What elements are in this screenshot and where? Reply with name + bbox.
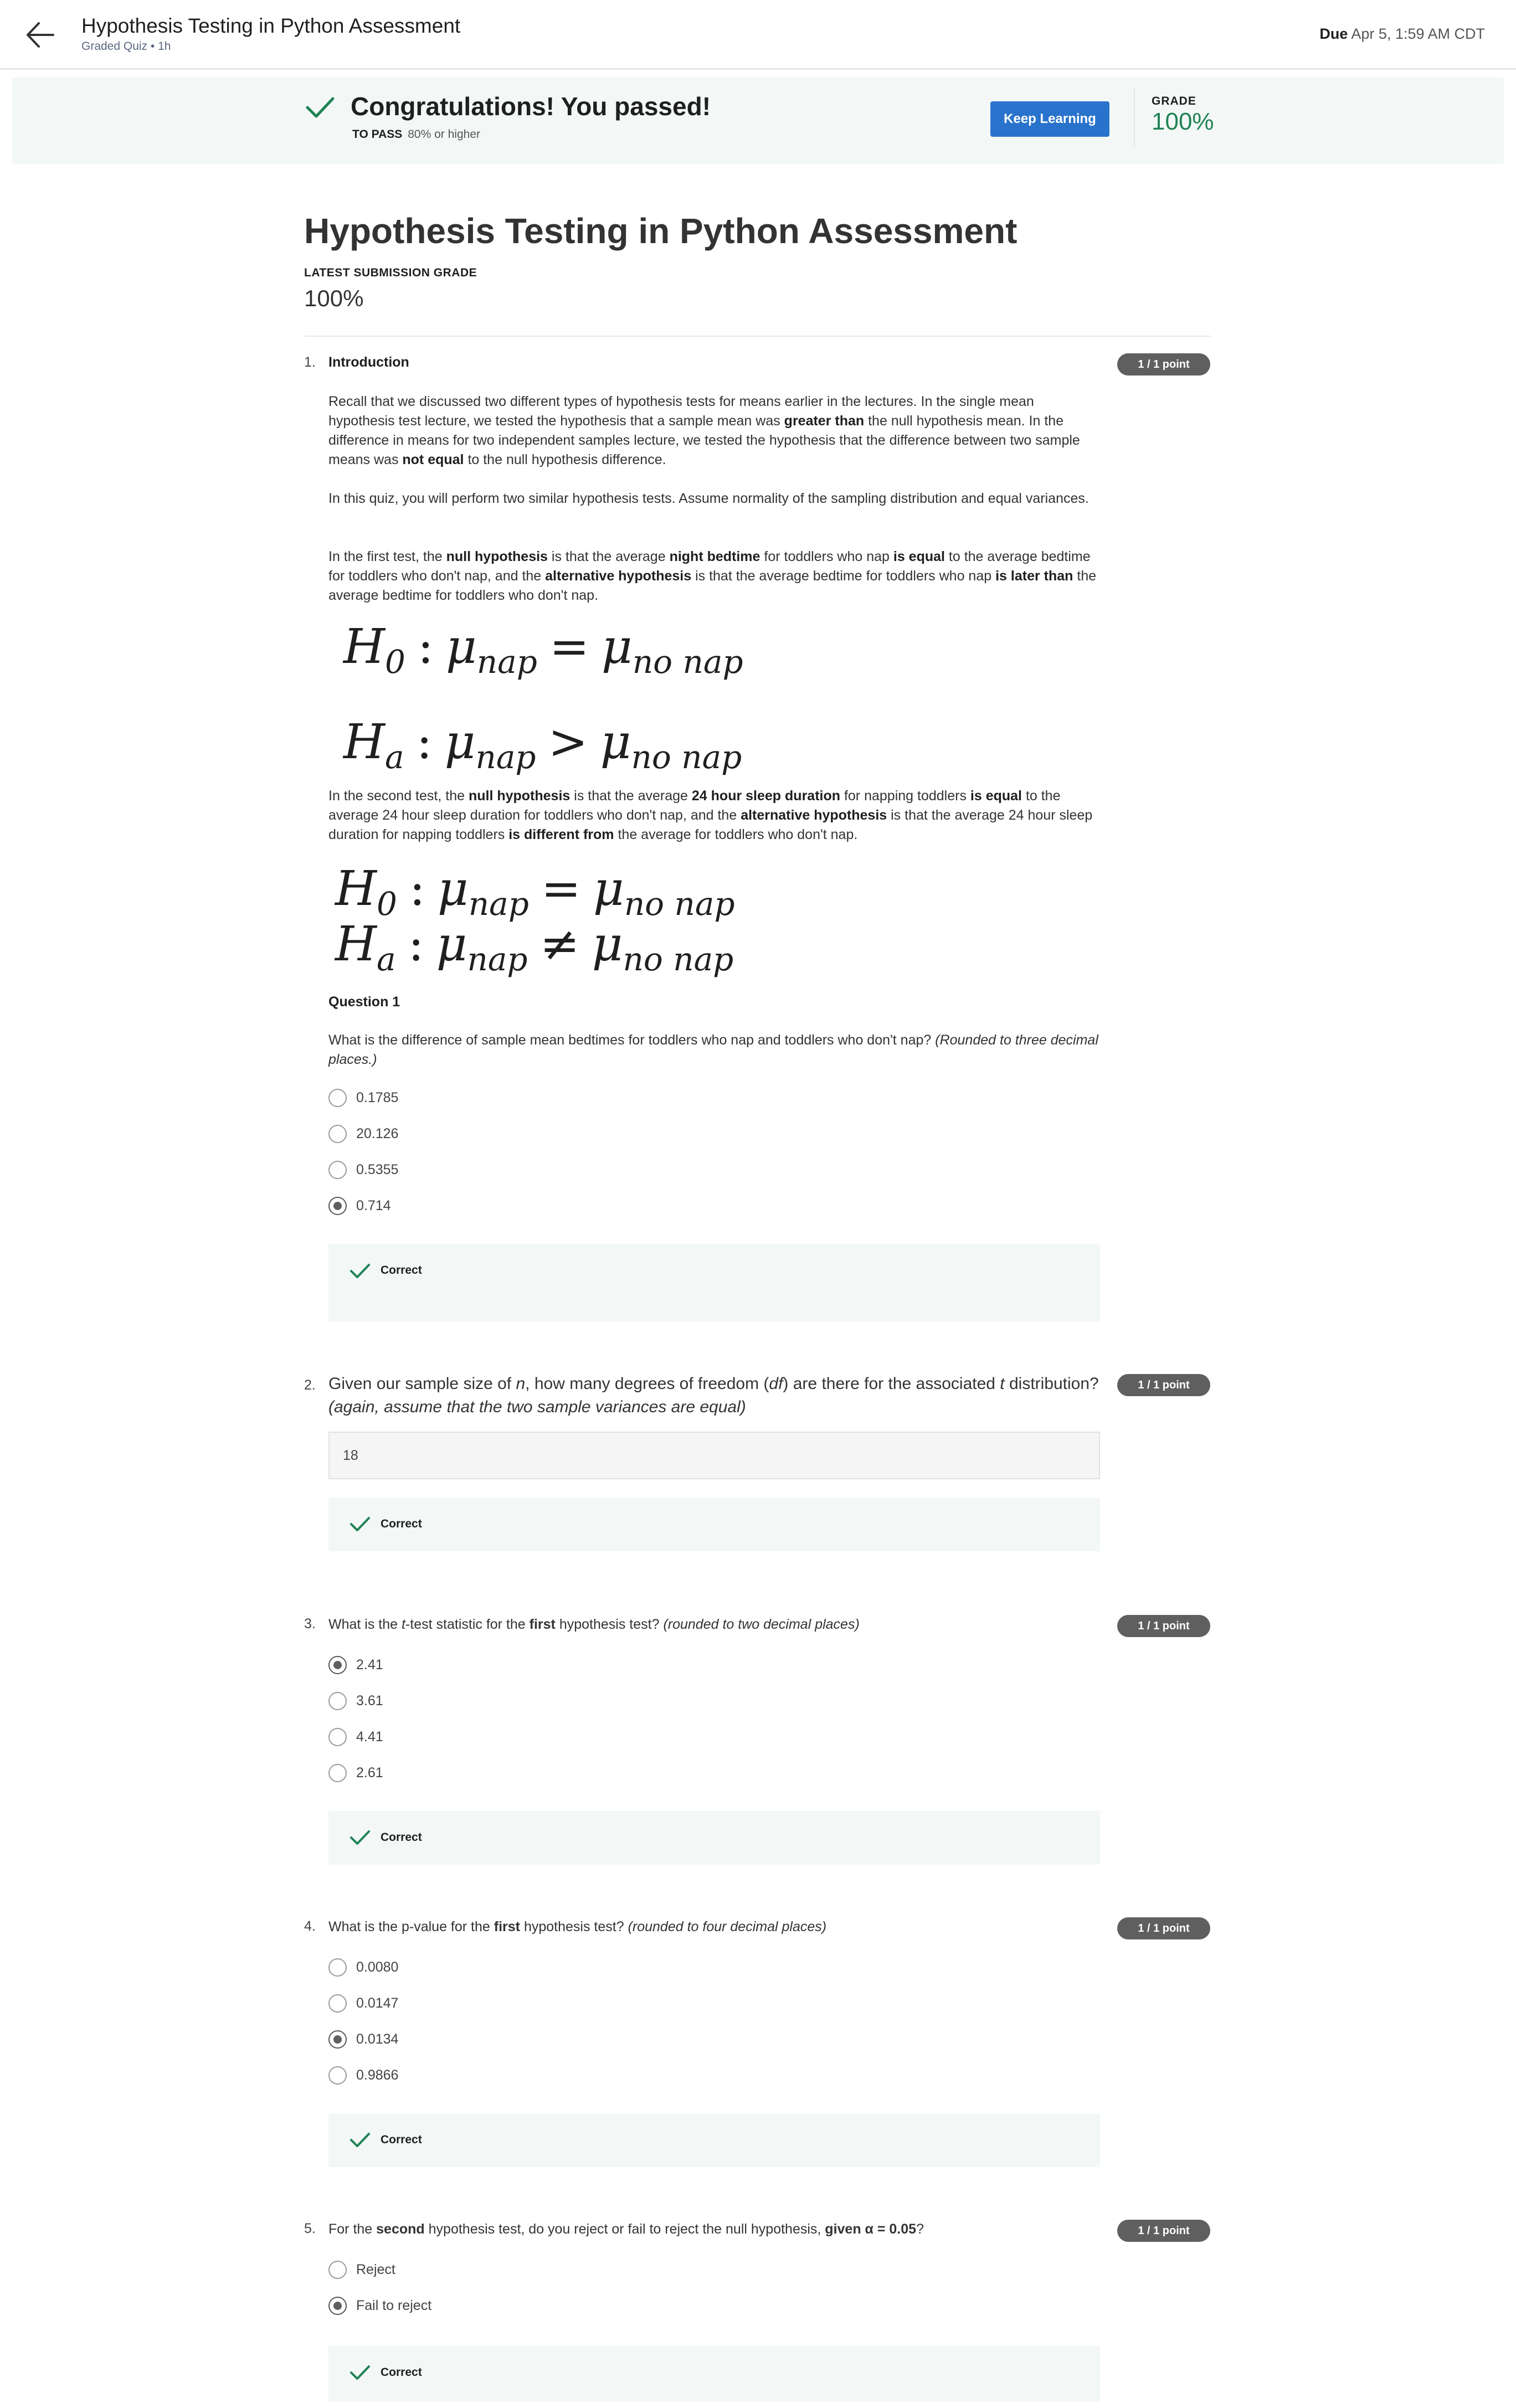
question-text: What is the t-test statistic for the fir… — [328, 1617, 860, 1632]
feedback-label: Correct — [381, 2366, 422, 2379]
top-header: Hypothesis Testing in Python Assessment … — [0, 0, 1516, 70]
question-text: What is the difference of sample mean be… — [328, 1032, 1098, 1067]
due-value: Apr 5, 1:59 AM CDT — [1351, 25, 1485, 42]
alternative-hypothesis-formula: Ha: μnap > μno nap — [343, 714, 742, 776]
intro-paragraph: In the first test, the null hypothesis i… — [328, 549, 1097, 603]
latest-grade-value: 100% — [304, 285, 364, 311]
latest-grade-label: LATEST SUBMISSION GRADE — [304, 266, 477, 279]
radio-button-selected[interactable] — [328, 1197, 347, 1215]
points-badge: 1 / 1 point — [1117, 1615, 1210, 1637]
page-title: Hypothesis Testing in Python Assessment — [304, 211, 1017, 251]
question-text: What is the p-value for the first hypoth… — [328, 1919, 827, 1934]
feedback-box: Correct — [328, 1498, 1100, 1551]
question-number: 2. — [304, 1377, 316, 1393]
option-label: 0.0134 — [356, 2031, 399, 2047]
to-pass-value: 80% or higher — [408, 128, 480, 141]
option-label: 2.41 — [356, 1657, 383, 1673]
intro-paragraph: In this quiz, you will perform two simil… — [328, 491, 1089, 506]
divider — [304, 336, 1211, 337]
feedback-label: Correct — [381, 2133, 422, 2146]
radio-button[interactable] — [328, 1089, 347, 1107]
grade-divider — [1134, 88, 1135, 146]
question-title: Introduction — [328, 354, 409, 370]
option-label: Reject — [356, 2262, 395, 2277]
grade-label: GRADE — [1152, 95, 1196, 107]
radio-button[interactable] — [328, 1161, 347, 1179]
feedback-box: Correct — [328, 2113, 1100, 2167]
radio-button[interactable] — [328, 1125, 347, 1143]
points-badge: 1 / 1 point — [1117, 1917, 1210, 1939]
points-badge: 1 / 1 point — [1117, 353, 1210, 375]
feedback-label: Correct — [381, 1264, 422, 1277]
answer-input[interactable]: 18 — [328, 1432, 1100, 1479]
option-label: 3.61 — [356, 1693, 383, 1709]
checkmark-icon — [350, 2132, 371, 2148]
option-label: 2.61 — [356, 1765, 383, 1781]
checkmark-icon — [350, 2364, 371, 2381]
null-hypothesis-formula: H0: μnap = μno nap — [335, 861, 735, 923]
radio-button[interactable] — [328, 1728, 347, 1746]
option-label: 0.1785 — [356, 1090, 399, 1105]
feedback-box: Correct — [328, 1811, 1100, 1865]
keep-learning-button[interactable]: Keep Learning — [990, 101, 1109, 137]
header-subtitle: Graded Quiz • 1h — [81, 40, 171, 53]
radio-button[interactable] — [328, 2261, 347, 2279]
points-badge: 1 / 1 point — [1117, 1374, 1210, 1396]
feedback-box: Correct — [328, 1244, 1100, 1321]
question-label: Question 1 — [328, 994, 400, 1010]
due-date: Due Apr 5, 1:59 AM CDT — [1319, 25, 1485, 43]
intro-paragraph: In the second test, the null hypothesis … — [328, 788, 1093, 842]
radio-button-selected[interactable] — [328, 2030, 347, 2049]
checkmark-icon — [350, 1263, 371, 1279]
due-label: Due — [1319, 25, 1348, 42]
option-label: 0.714 — [356, 1198, 391, 1213]
to-pass-info: TO PASS 80% or higher — [352, 128, 480, 141]
option-label: 0.9866 — [356, 2067, 399, 2083]
pass-banner — [12, 78, 1504, 164]
option-label: Fail to reject — [356, 2298, 432, 2313]
option-label: 0.5355 — [356, 1162, 399, 1177]
checkmark-icon — [350, 1829, 371, 1846]
option-label: 0.0147 — [356, 1995, 399, 2011]
question-number: 4. — [304, 1918, 316, 1934]
null-hypothesis-formula: H0: μnap = μno nap — [343, 619, 743, 681]
to-pass-label: TO PASS — [352, 128, 403, 141]
radio-button-selected[interactable] — [328, 2297, 347, 2315]
question-number: 3. — [304, 1616, 316, 1632]
points-badge: 1 / 1 point — [1117, 2220, 1210, 2242]
feedback-label: Correct — [381, 1517, 422, 1530]
question-number: 5. — [304, 2221, 316, 2236]
radio-button[interactable] — [328, 1764, 347, 1782]
option-label: 20.126 — [356, 1126, 399, 1141]
header-title: Hypothesis Testing in Python Assessment — [81, 14, 461, 37]
alternative-hypothesis-formula: Ha: μnap ≠ μno nap — [335, 917, 734, 978]
radio-button[interactable] — [328, 2066, 347, 2085]
pass-message: Congratulations! You passed! — [351, 92, 711, 121]
option-label: 0.0080 — [356, 1959, 399, 1975]
back-arrow-icon[interactable] — [24, 21, 55, 49]
answer-value: 18 — [343, 1448, 358, 1463]
radio-button[interactable] — [328, 1692, 347, 1710]
radio-button[interactable] — [328, 1958, 347, 1977]
feedback-label: Correct — [381, 1831, 422, 1844]
question-text: Given our sample size of n, how many deg… — [328, 1375, 1099, 1416]
grade-value: 100% — [1152, 108, 1214, 135]
feedback-box: Correct — [328, 2346, 1100, 2401]
checkmark-icon — [305, 95, 335, 120]
intro-paragraph: Recall that we discussed two different t… — [328, 394, 1080, 467]
radio-button[interactable] — [328, 1994, 347, 2013]
question-number: 1. — [304, 354, 316, 370]
checkmark-icon — [350, 1516, 371, 1532]
question-text: For the second hypothesis test, do you r… — [328, 2221, 924, 2237]
option-label: 4.41 — [356, 1729, 383, 1745]
radio-button-selected[interactable] — [328, 1656, 347, 1674]
